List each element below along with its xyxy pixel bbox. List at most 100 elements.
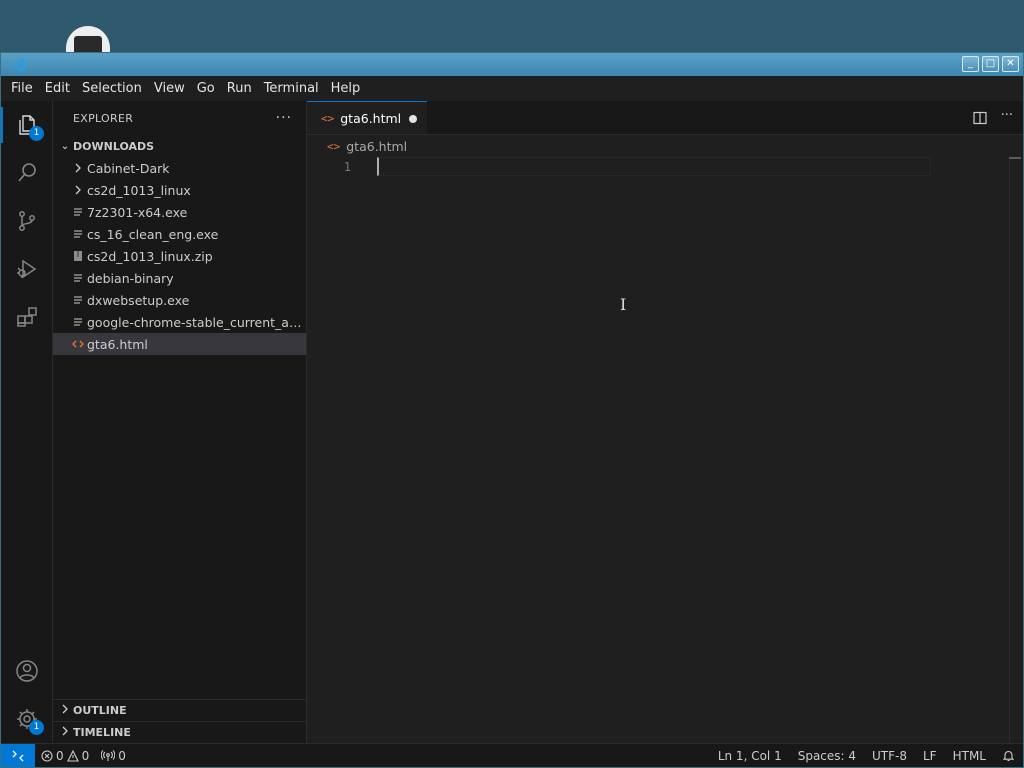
html-file-icon: <>	[321, 111, 335, 125]
menu-view[interactable]: View	[148, 81, 191, 96]
error-count: 0	[56, 748, 64, 763]
menu-selection[interactable]: Selection	[76, 81, 148, 96]
search-icon	[18, 163, 36, 182]
settings-badge: 1	[29, 720, 44, 735]
tree-item-dxwebsetup[interactable]: dxwebsetup.exe	[53, 289, 306, 311]
end-of-line[interactable]: LF	[915, 749, 945, 763]
outline-label: OUTLINE	[73, 704, 127, 717]
file-text-icon	[69, 207, 87, 217]
maximize-button[interactable]: □	[982, 56, 999, 72]
vscode-logo-icon	[7, 54, 29, 76]
activity-accounts[interactable]	[1, 647, 53, 695]
menu-edit[interactable]: Edit	[39, 81, 76, 96]
menu-go[interactable]: Go	[191, 81, 221, 96]
more-actions-icon[interactable]: ···	[1001, 109, 1013, 129]
warning-icon	[66, 749, 79, 762]
menu-run[interactable]: Run	[221, 81, 258, 96]
tree-item-chrome-deb[interactable]: google-chrome-stable_current_amd64.deb	[53, 311, 306, 333]
menu-bar: File Edit Selection View Go Run Terminal…	[1, 76, 1023, 101]
editor-scrollbar[interactable]	[1009, 157, 1023, 743]
tree-item-label: cs2d_1013_linux	[87, 182, 191, 198]
activity-bar: 1 1	[1, 101, 53, 743]
minimize-button[interactable]: _	[962, 56, 979, 72]
chevron-right-icon	[69, 185, 87, 195]
tree-item-label: google-chrome-stable_current_amd64.deb	[87, 314, 306, 330]
file-text-icon	[69, 273, 87, 283]
ports-indicator[interactable]: 0	[95, 749, 132, 763]
activity-manage[interactable]: 1	[1, 695, 53, 743]
file-text-icon	[69, 229, 87, 239]
tree-item-label: Cabinet-Dark	[87, 160, 170, 176]
menu-terminal[interactable]: Terminal	[258, 81, 325, 96]
notifications-bell-icon[interactable]	[994, 749, 1023, 762]
explorer-title: EXPLORER	[73, 111, 134, 125]
account-icon	[16, 660, 38, 682]
status-bar: 0 0 0 Ln 1, Col 1 Spaces: 4 UTF-8 LF HTM…	[1, 743, 1023, 767]
text-cursor-icon: I	[620, 295, 627, 314]
timeline-label: TIMELINE	[73, 726, 131, 739]
menu-file[interactable]: File	[5, 81, 39, 96]
tree-item-label: cs_16_clean_eng.exe	[87, 226, 219, 242]
current-line-highlight[interactable]	[377, 157, 931, 176]
editor-area[interactable]: <> gta6.html ··· <> gta6.html 1 I	[307, 101, 1023, 743]
tab-bar: <> gta6.html ···	[307, 101, 1023, 135]
remote-icon	[12, 750, 24, 761]
extensions-icon	[17, 307, 37, 327]
indentation[interactable]: Spaces: 4	[790, 749, 864, 763]
problems-indicator[interactable]: 0 0	[35, 749, 95, 763]
scrollbar-marker	[1009, 157, 1021, 159]
tab-label: gta6.html	[340, 110, 402, 126]
tree-item-debian-binary[interactable]: debian-binary	[53, 267, 306, 289]
file-text-icon	[69, 317, 87, 327]
tree-item-gta6-html[interactable]: gta6.html	[53, 333, 306, 355]
close-button[interactable]: ✕	[1002, 56, 1019, 72]
chevron-down-icon: ⌄	[60, 140, 70, 152]
tab-gta6-html[interactable]: <> gta6.html	[307, 101, 427, 134]
language-mode[interactable]: HTML	[945, 749, 994, 763]
activity-search[interactable]	[1, 149, 53, 197]
timeline-section-header[interactable]: TIMELINE	[53, 721, 306, 743]
activity-run-debug[interactable]	[1, 245, 53, 293]
chevron-right-icon	[57, 726, 73, 739]
workbench: 1 1 EXPLORER ··· ⌄ DOWNLOADS Cabinet-Dar…	[1, 101, 1023, 743]
breadcrumb-file[interactable]: gta6.html	[346, 139, 407, 154]
vscode-window: _ □ ✕ File Edit Selection View Go Run Te…	[0, 52, 1024, 768]
split-editor-icon[interactable]	[972, 110, 987, 129]
title-bar[interactable]: _ □ ✕	[1, 53, 1023, 76]
tree-item-label: dxwebsetup.exe	[87, 292, 190, 308]
downloads-folder-header[interactable]: ⌄ DOWNLOADS	[53, 135, 306, 157]
run-debug-icon	[17, 259, 37, 279]
code-line[interactable]: 1	[307, 157, 1023, 176]
breadcrumb[interactable]: <> gta6.html	[307, 135, 1023, 157]
tree-item-cs2d-zip[interactable]: cs2d_1013_linux.zip	[53, 245, 306, 267]
html-file-icon: <>	[327, 139, 341, 153]
tree-item-cs16-exe[interactable]: cs_16_clean_eng.exe	[53, 223, 306, 245]
activity-extensions[interactable]	[1, 293, 53, 341]
outline-section-header[interactable]: OUTLINE	[53, 699, 306, 721]
more-actions-icon[interactable]: ···	[276, 110, 292, 126]
zip-file-icon	[69, 250, 87, 262]
tree-item-7z-exe[interactable]: 7z2301-x64.exe	[53, 201, 306, 223]
activity-source-control[interactable]	[1, 197, 53, 245]
menu-help[interactable]: Help	[325, 81, 367, 96]
folder-name: DOWNLOADS	[73, 139, 155, 153]
tree-item-cabinet-dark[interactable]: Cabinet-Dark	[53, 157, 306, 179]
explorer-badge: 1	[29, 126, 44, 141]
chevron-right-icon	[69, 163, 87, 173]
line-number: 1	[343, 159, 351, 174]
source-control-icon	[19, 211, 35, 231]
remote-indicator[interactable]	[1, 744, 35, 767]
encoding[interactable]: UTF-8	[864, 749, 915, 763]
error-icon	[41, 749, 53, 762]
explorer-sidebar: EXPLORER ··· ⌄ DOWNLOADS Cabinet-Dark cs…	[53, 101, 307, 743]
file-text-icon	[69, 295, 87, 305]
tree-item-label: gta6.html	[87, 336, 148, 352]
tree-item-cs2d-linux[interactable]: cs2d_1013_linux	[53, 179, 306, 201]
cursor-position[interactable]: Ln 1, Col 1	[710, 749, 790, 763]
ports-count: 0	[118, 748, 126, 763]
warning-count: 0	[81, 748, 90, 763]
unsaved-dot-icon[interactable]	[409, 115, 417, 123]
activity-explorer[interactable]: 1	[1, 101, 53, 149]
tree-item-label: cs2d_1013_linux.zip	[87, 248, 213, 264]
broadcast-icon	[101, 749, 116, 761]
